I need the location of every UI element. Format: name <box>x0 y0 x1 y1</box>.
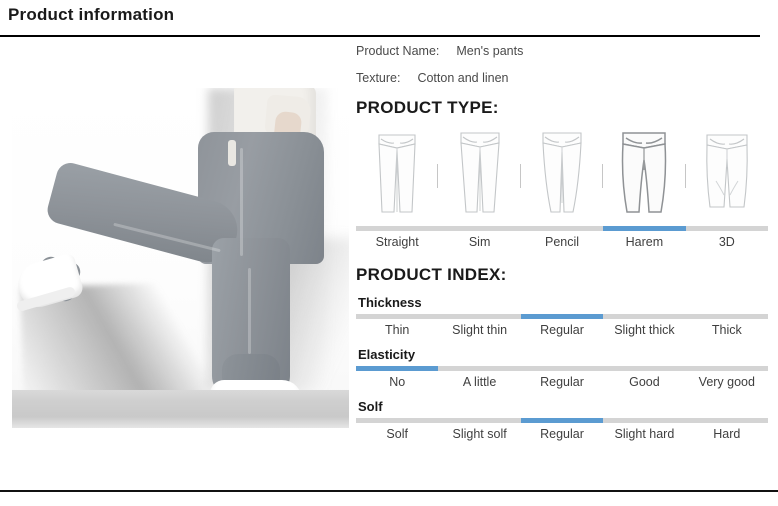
product-type-option-harem[interactable] <box>602 125 685 222</box>
harem-pants-icon <box>611 125 677 222</box>
elasticity-seg-3[interactable] <box>521 366 603 371</box>
3d-pants-icon <box>694 125 760 222</box>
elasticity-seg-1-selected[interactable] <box>356 366 439 371</box>
solf-label-3[interactable]: Regular <box>521 427 603 441</box>
product-index-heading: PRODUCT INDEX: <box>356 265 507 284</box>
product-photo <box>12 88 349 428</box>
solf-track[interactable] <box>356 418 768 423</box>
product-type-label-3d[interactable]: 3D <box>686 235 768 249</box>
product-type-label-straight[interactable]: Straight <box>356 235 438 249</box>
elasticity-label-4[interactable]: Good <box>603 375 685 389</box>
photo-pants-crease <box>240 148 243 256</box>
solf-seg-3-selected[interactable] <box>520 418 604 423</box>
photo-pants-drawstring <box>228 140 236 166</box>
index-label-elasticity: Elasticity <box>358 347 416 362</box>
photo-pants-crease <box>248 268 251 354</box>
thickness-label-4[interactable]: Slight thick <box>603 323 685 337</box>
solf-seg-2[interactable] <box>438 418 520 423</box>
straight-pants-icon <box>366 125 428 222</box>
thickness-seg-3-selected[interactable] <box>520 314 604 319</box>
elasticity-seg-4[interactable] <box>603 366 685 371</box>
thickness-seg-4[interactable] <box>603 314 685 319</box>
solf-label-4[interactable]: Slight hard <box>603 427 685 441</box>
product-type-seg-3[interactable] <box>521 226 603 231</box>
solf-label-2[interactable]: Slight solf <box>438 427 520 441</box>
thickness-label-1[interactable]: Thin <box>356 323 438 337</box>
elasticity-seg-5[interactable] <box>686 366 768 371</box>
solf-seg-1[interactable] <box>356 418 438 423</box>
product-type-icon-row <box>356 126 768 222</box>
elasticity-track[interactable] <box>356 366 768 371</box>
product-type-selector[interactable]: Straight Sim Pencil Harem 3D <box>356 126 768 249</box>
spec-texture-label: Texture: <box>356 71 401 85</box>
index-row-thickness[interactable]: Thickness Thin Slight thin Regular Sligh… <box>356 295 768 337</box>
product-info-column: Product Name: Men's pants Texture: Cotto… <box>356 44 768 441</box>
spec-product-name: Product Name: Men's pants <box>356 44 768 58</box>
index-label-solf: Solf <box>358 399 383 414</box>
product-type-label-pencil[interactable]: Pencil <box>521 235 603 249</box>
solf-seg-4[interactable] <box>603 418 685 423</box>
photo-floor <box>12 390 349 428</box>
thickness-seg-2[interactable] <box>438 314 520 319</box>
product-type-seg-4-selected[interactable] <box>603 226 686 231</box>
solf-seg-5[interactable] <box>686 418 768 423</box>
solf-labels: Solf Slight solf Regular Slight hard Har… <box>356 427 768 441</box>
product-type-seg-5[interactable] <box>686 226 768 231</box>
product-type-heading: PRODUCT TYPE: <box>356 98 499 117</box>
product-type-track[interactable] <box>356 226 768 231</box>
elasticity-label-2[interactable]: A little <box>438 375 520 389</box>
solf-label-1[interactable]: Solf <box>356 427 438 441</box>
spec-product-name-value: Men's pants <box>456 44 524 58</box>
elasticity-label-5[interactable]: Very good <box>686 375 768 389</box>
product-type-option-straight[interactable] <box>356 125 438 222</box>
product-type-label-sim[interactable]: Sim <box>438 235 520 249</box>
spec-texture: Texture: Cotton and linen <box>356 71 768 85</box>
product-type-labels: Straight Sim Pencil Harem 3D <box>356 235 768 249</box>
elasticity-seg-2[interactable] <box>438 366 520 371</box>
index-label-thickness: Thickness <box>358 295 422 310</box>
elasticity-label-1[interactable]: No <box>356 375 438 389</box>
product-type-seg-1[interactable] <box>356 226 438 231</box>
header-divider <box>0 35 760 37</box>
product-type-option-sim[interactable] <box>437 125 520 222</box>
solf-label-5[interactable]: Hard <box>686 427 768 441</box>
spec-texture-value: Cotton and linen <box>417 71 509 85</box>
product-type-label-harem[interactable]: Harem <box>603 235 685 249</box>
spec-product-name-label: Product Name: <box>356 44 440 58</box>
product-type-seg-2[interactable] <box>438 226 520 231</box>
thickness-track[interactable] <box>356 314 768 319</box>
page-bottom-divider <box>0 490 778 492</box>
product-type-option-pencil[interactable] <box>519 125 603 222</box>
page-header: Product information <box>0 0 778 37</box>
elasticity-label-3[interactable]: Regular <box>521 375 603 389</box>
thickness-label-2[interactable]: Slight thin <box>438 323 520 337</box>
slim-pants-icon <box>449 125 511 222</box>
product-type-option-3d[interactable] <box>684 125 768 222</box>
thickness-label-5[interactable]: Thick <box>686 323 768 337</box>
page-title: Product information <box>8 5 175 24</box>
thickness-label-3[interactable]: Regular <box>521 323 603 337</box>
elasticity-labels: No A little Regular Good Very good <box>356 375 768 389</box>
pencil-pants-icon <box>531 125 593 222</box>
thickness-seg-1[interactable] <box>356 314 438 319</box>
index-row-solf[interactable]: Solf Solf Slight solf Regular Slight har… <box>356 399 768 441</box>
thickness-seg-5[interactable] <box>686 314 768 319</box>
thickness-labels: Thin Slight thin Regular Slight thick Th… <box>356 323 768 337</box>
index-row-elasticity[interactable]: Elasticity No A little Regular Good Very… <box>356 347 768 389</box>
